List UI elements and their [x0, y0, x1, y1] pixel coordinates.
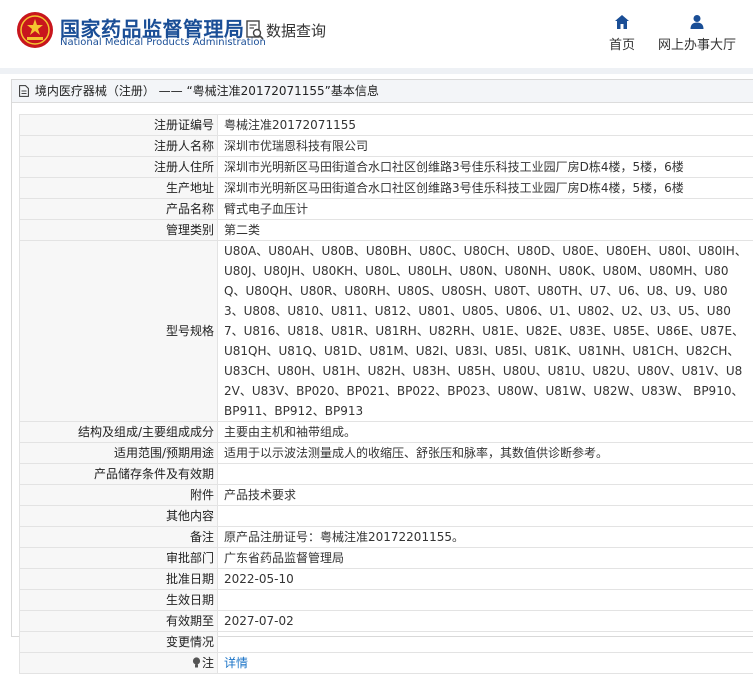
row-value: 臂式电子血压计: [218, 199, 753, 220]
row-label: 备注: [20, 527, 218, 548]
row-label: 结构及组成/主要组成成分: [20, 422, 218, 443]
row-label: 其他内容: [20, 506, 218, 527]
nav-home[interactable]: 首页: [606, 14, 638, 53]
row-value: 原产品注册证号：粤械注准20172201155。: [218, 527, 753, 548]
row-value: 深圳市优瑞恩科技有限公司: [218, 136, 753, 157]
table-row: 产品名称臂式电子血压计: [20, 199, 753, 220]
page-section-title: 数据查询: [266, 20, 326, 41]
table-row: 生效日期: [20, 590, 753, 611]
nav-home-label: 首页: [609, 38, 635, 53]
row-value: 主要由主机和袖带组成。: [218, 422, 753, 443]
document-icon: [19, 85, 29, 97]
row-label: 注册人住所: [20, 157, 218, 178]
record-table: 注册证编号粤械注准20172071155 注册人名称深圳市优瑞恩科技有限公司 注…: [19, 114, 753, 674]
table-row: 变更情况: [20, 632, 753, 653]
table-row: 适用范围/预期用途适用于以示波法测量成人的收缩压、舒张压和脉率，其数值供诊断参考…: [20, 443, 753, 464]
row-value: 广东省药品监督管理局: [218, 548, 753, 569]
detail-panel: 境内医疗器械（注册） —— “粤械注准20172071155”基本信息 注册证编…: [11, 79, 753, 637]
row-label: 型号规格: [20, 241, 218, 422]
table-row: 有效期至2027-07-02: [20, 611, 753, 632]
table-row: 注册人名称深圳市优瑞恩科技有限公司: [20, 136, 753, 157]
row-value: 适用于以示波法测量成人的收缩压、舒张压和脉率，其数值供诊断参考。: [218, 443, 753, 464]
data-search-icon: [246, 20, 264, 40]
table-row: 批准日期2022-05-10: [20, 569, 753, 590]
panel-title: 境内医疗器械（注册） —— “粤械注准20172071155”基本信息: [35, 84, 379, 98]
header-divider: [0, 68, 753, 74]
row-value: [218, 506, 753, 527]
table-row: 注册人住所深圳市光明新区马田街道合水口社区创维路3号佳乐科技工业园厂房D栋4楼，…: [20, 157, 753, 178]
table-row: 审批部门广东省药品监督管理局: [20, 548, 753, 569]
table-row: 注册证编号粤械注准20172071155: [20, 115, 753, 136]
row-label: 注册人名称: [20, 136, 218, 157]
table-row: 型号规格U80A、U80AH、U80B、U80BH、U80C、U80CH、U80…: [20, 241, 753, 422]
row-value: 产品技术要求: [218, 485, 753, 506]
row-value: [218, 590, 753, 611]
row-label: 附件: [20, 485, 218, 506]
note-label-cell: 注: [20, 653, 218, 674]
row-value: 第二类: [218, 220, 753, 241]
table-row: 结构及组成/主要组成成分主要由主机和袖带组成。: [20, 422, 753, 443]
note-label: 注: [202, 656, 214, 670]
national-emblem-icon: [16, 11, 54, 49]
row-label: 生效日期: [20, 590, 218, 611]
row-label: 审批部门: [20, 548, 218, 569]
row-label: 有效期至: [20, 611, 218, 632]
row-label: 管理类别: [20, 220, 218, 241]
row-value: U80A、U80AH、U80B、U80BH、U80C、U80CH、U80D、U8…: [218, 241, 753, 422]
row-value: 2022-05-10: [218, 569, 753, 590]
table-row: 生产地址深圳市光明新区马田街道合水口社区创维路3号佳乐科技工业园厂房D栋4楼，5…: [20, 178, 753, 199]
row-value: [218, 632, 753, 653]
row-label: 变更情况: [20, 632, 218, 653]
details-link[interactable]: 详情: [224, 656, 248, 670]
home-icon: [614, 14, 630, 30]
row-value: 粤械注准20172071155: [218, 115, 753, 136]
nav-online-hall-label: 网上办事大厅: [658, 38, 736, 53]
table-row: 其他内容: [20, 506, 753, 527]
table-row: 附件产品技术要求: [20, 485, 753, 506]
panel-header: 境内医疗器械（注册） —— “粤械注准20172071155”基本信息: [12, 80, 753, 103]
nav-online-hall[interactable]: 网上办事大厅: [656, 14, 738, 53]
site-name-en: National Medical Products Administration: [60, 37, 266, 48]
row-value: 深圳市光明新区马田街道合水口社区创维路3号佳乐科技工业园厂房D栋4楼，5楼，6楼: [218, 178, 753, 199]
row-value: 深圳市光明新区马田街道合水口社区创维路3号佳乐科技工业园厂房D栋4楼，5楼，6楼: [218, 157, 753, 178]
site-header: 国家药品监督管理局 National Medical Products Admi…: [0, 0, 753, 68]
row-label: 产品名称: [20, 199, 218, 220]
lightbulb-icon: [192, 657, 201, 669]
table-row-note: 注 详情: [20, 653, 753, 674]
table-row: 备注原产品注册证号：粤械注准20172201155。: [20, 527, 753, 548]
note-value-cell: 详情: [218, 653, 753, 674]
row-value: [218, 464, 753, 485]
user-icon: [689, 14, 705, 30]
row-label: 产品储存条件及有效期: [20, 464, 218, 485]
row-label: 注册证编号: [20, 115, 218, 136]
row-label: 生产地址: [20, 178, 218, 199]
row-label: 适用范围/预期用途: [20, 443, 218, 464]
row-label: 批准日期: [20, 569, 218, 590]
table-row: 管理类别第二类: [20, 220, 753, 241]
table-row: 产品储存条件及有效期: [20, 464, 753, 485]
row-value: 2027-07-02: [218, 611, 753, 632]
